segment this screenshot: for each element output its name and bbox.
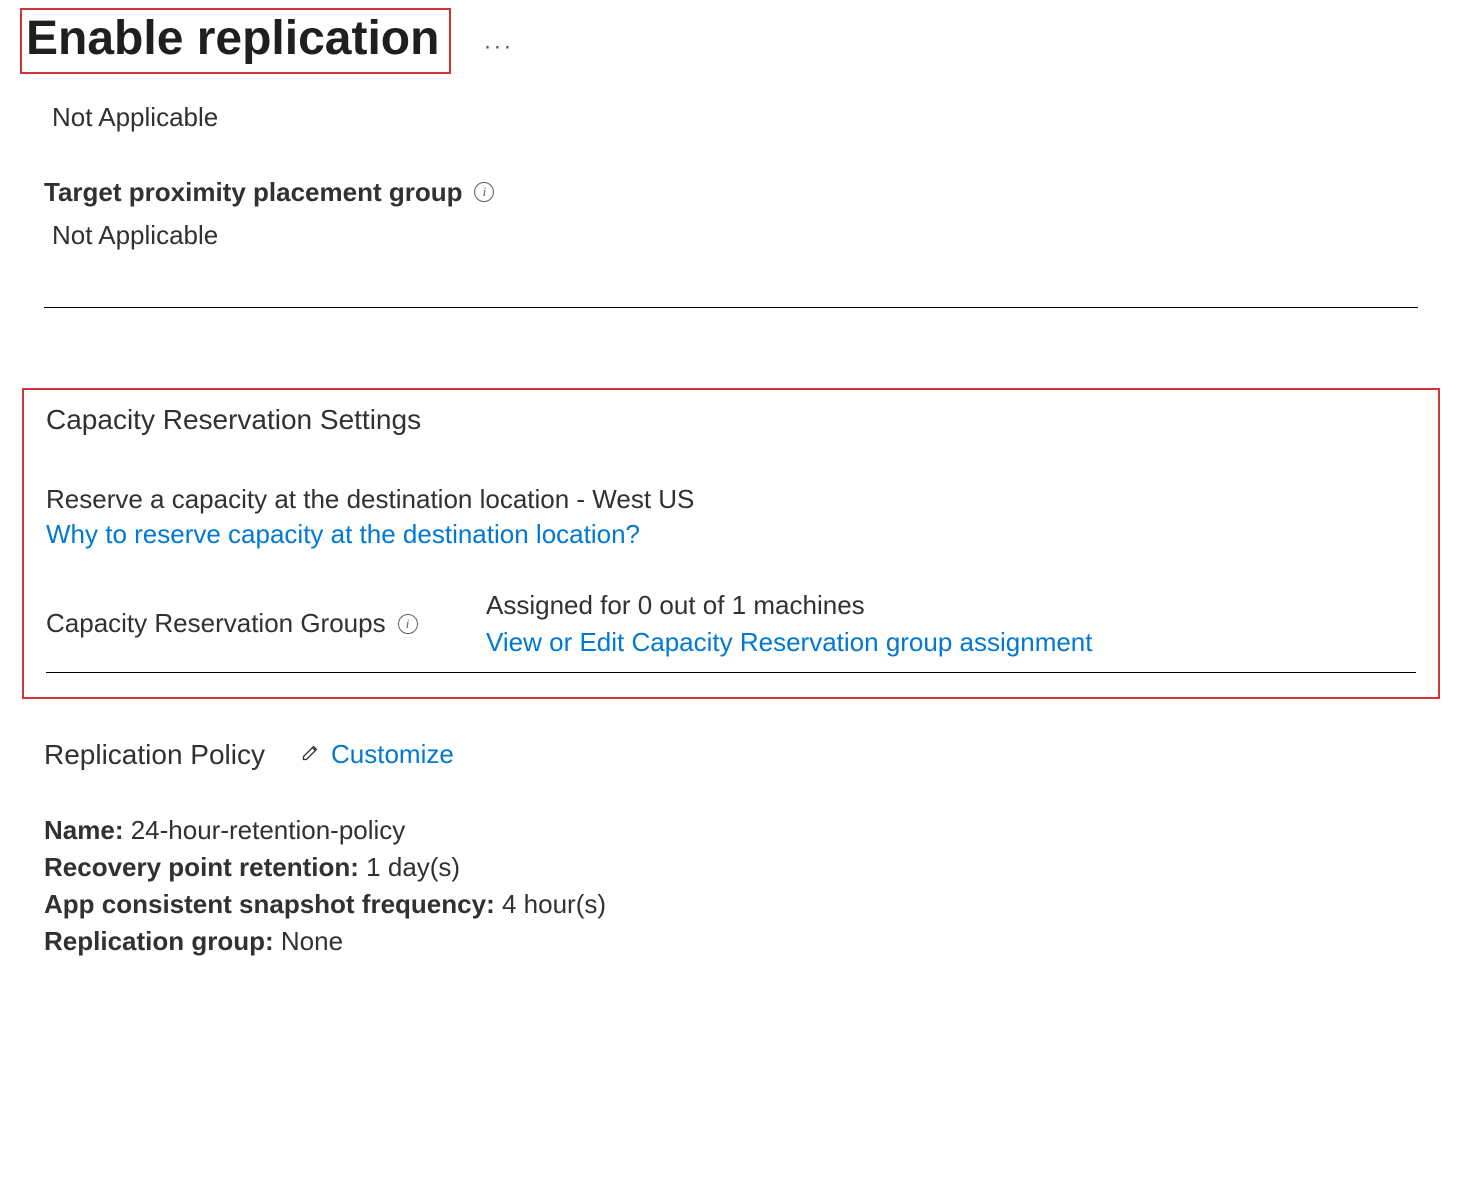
- policy-replication-group-label: Replication group:: [44, 926, 274, 956]
- truncated-field-value: Not Applicable: [44, 102, 1418, 133]
- capacity-section-title: Capacity Reservation Settings: [46, 404, 1416, 436]
- proximity-field-group: Target proximity placement group i Not A…: [44, 177, 1418, 251]
- inner-divider: [46, 672, 1416, 673]
- policy-retention-field: Recovery point retention: 1 day(s): [44, 852, 1418, 883]
- customize-link-text: Customize: [331, 739, 454, 770]
- policy-replication-group-value: None: [281, 926, 343, 956]
- policy-retention-label: Recovery point retention:: [44, 852, 359, 882]
- section-divider: [44, 307, 1418, 308]
- policy-snapshot-field: App consistent snapshot frequency: 4 hou…: [44, 889, 1418, 920]
- capacity-groups-value: Assigned for 0 out of 1 machines: [486, 590, 1093, 621]
- proximity-label: Target proximity placement group: [44, 177, 462, 208]
- capacity-groups-value-column: Assigned for 0 out of 1 machines View or…: [486, 590, 1093, 658]
- capacity-description: Reserve a capacity at the destination lo…: [46, 484, 1416, 515]
- policy-snapshot-label: App consistent snapshot frequency:: [44, 889, 495, 919]
- capacity-reservation-section: Capacity Reservation Settings Reserve a …: [22, 388, 1440, 699]
- policy-snapshot-value: 4 hour(s): [502, 889, 606, 919]
- customize-button[interactable]: Customize: [301, 739, 454, 770]
- info-icon[interactable]: i: [474, 182, 494, 202]
- why-reserve-link[interactable]: Why to reserve capacity at the destinati…: [46, 519, 640, 549]
- capacity-groups-label-wrap: Capacity Reservation Groups i: [46, 590, 486, 658]
- content-area: Not Applicable Target proximity placemen…: [0, 82, 1462, 957]
- capacity-groups-label: Capacity Reservation Groups: [46, 608, 386, 639]
- policy-title: Replication Policy: [44, 739, 265, 771]
- policy-header: Replication Policy Customize: [44, 739, 1418, 771]
- policy-name-value: 24-hour-retention-policy: [131, 815, 406, 845]
- proximity-label-row: Target proximity placement group i: [44, 177, 1418, 208]
- page-header: Enable replication ···: [0, 0, 1462, 82]
- pencil-icon: [301, 742, 321, 767]
- replication-policy-section: Replication Policy Customize Name: 24-ho…: [44, 739, 1418, 957]
- more-options-icon[interactable]: ···: [483, 33, 513, 61]
- view-edit-assignment-link[interactable]: View or Edit Capacity Reservation group …: [486, 627, 1093, 658]
- policy-retention-value: 1 day(s): [366, 852, 460, 882]
- page-title: Enable replication: [20, 8, 451, 74]
- policy-replication-group-field: Replication group: None: [44, 926, 1418, 957]
- capacity-groups-row: Capacity Reservation Groups i Assigned f…: [46, 590, 1416, 658]
- proximity-value: Not Applicable: [44, 220, 1418, 251]
- policy-name-field: Name: 24-hour-retention-policy: [44, 815, 1418, 846]
- info-icon[interactable]: i: [398, 614, 418, 634]
- policy-name-label: Name:: [44, 815, 123, 845]
